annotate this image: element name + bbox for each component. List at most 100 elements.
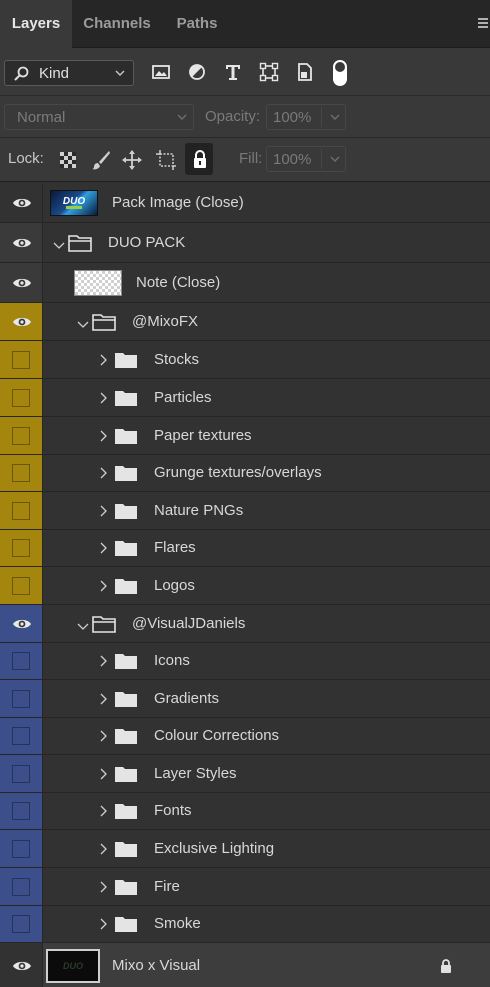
fill-field[interactable]: 100% [266, 146, 346, 172]
visibility-toggle[interactable] [0, 755, 43, 792]
layer-row-logos[interactable]: Logos [0, 567, 490, 605]
eye-icon[interactable] [12, 236, 32, 253]
chevron-right-icon[interactable] [98, 692, 108, 709]
layer-row-stocks[interactable]: Stocks [0, 341, 490, 379]
eye-icon[interactable] [12, 276, 32, 293]
tab-channels[interactable]: Channels [74, 0, 160, 48]
blend-mode-select[interactable]: Normal [4, 104, 194, 130]
hidden-visibility-box[interactable] [12, 652, 30, 670]
filter-toggle-icon[interactable] [331, 58, 349, 88]
layer-row-visualjdaniels[interactable]: @VisualJDaniels [0, 605, 490, 643]
visibility-toggle[interactable] [0, 223, 43, 262]
eye-icon[interactable] [12, 315, 32, 332]
layer-row-icons[interactable]: Icons [0, 643, 490, 680]
layer-row-colour-corrections[interactable]: Colour Corrections [0, 718, 490, 755]
tab-layers[interactable]: Layers [0, 0, 72, 48]
smart-object-filter-icon[interactable] [295, 62, 315, 82]
chevron-right-icon[interactable] [98, 654, 108, 671]
visibility-toggle[interactable] [0, 906, 43, 942]
eye-icon[interactable] [12, 959, 32, 976]
layer-row-particles[interactable]: Particles [0, 379, 490, 417]
eye-icon[interactable] [12, 196, 32, 213]
tab-paths[interactable]: Paths [162, 0, 232, 48]
lock-position-icon[interactable] [120, 148, 144, 172]
chevron-right-icon[interactable] [98, 880, 108, 897]
visibility-toggle[interactable] [0, 492, 43, 529]
chevron-down-icon[interactable] [328, 110, 342, 124]
layer-row-layer-styles[interactable]: Layer Styles [0, 755, 490, 793]
chevron-right-icon[interactable] [98, 504, 108, 521]
layer-row-mixofx[interactable]: @MixoFX [0, 303, 490, 341]
visibility-toggle[interactable] [0, 643, 43, 679]
chevron-right-icon[interactable] [98, 917, 108, 934]
shape-filter-icon[interactable] [259, 62, 279, 82]
chevron-down-icon[interactable] [328, 152, 342, 166]
chevron-right-icon[interactable] [98, 767, 108, 784]
visibility-toggle[interactable] [0, 793, 43, 829]
eye-icon[interactable] [12, 617, 32, 634]
visibility-toggle[interactable] [0, 943, 43, 987]
layer-row-note-close[interactable]: Note (Close) [0, 263, 490, 303]
visibility-toggle[interactable] [0, 718, 43, 754]
hidden-visibility-box[interactable] [12, 689, 30, 708]
visibility-toggle[interactable] [0, 183, 43, 222]
lock-transparent-pixels-icon[interactable] [56, 148, 80, 172]
hidden-visibility-box[interactable] [12, 764, 30, 783]
lock-image-pixels-icon[interactable] [89, 148, 113, 172]
hidden-visibility-box[interactable] [12, 501, 30, 520]
layer-row-smoke[interactable]: Smoke [0, 906, 490, 943]
chevron-right-icon[interactable] [98, 541, 108, 558]
visibility-toggle[interactable] [0, 263, 43, 302]
hidden-visibility-box[interactable] [12, 915, 30, 933]
chevron-right-icon[interactable] [98, 429, 108, 446]
hidden-visibility-box[interactable] [12, 576, 30, 595]
layer-row-fire[interactable]: Fire [0, 868, 490, 906]
chevron-right-icon[interactable] [98, 579, 108, 596]
hidden-visibility-box[interactable] [12, 464, 30, 482]
chevron-down-icon[interactable] [52, 238, 66, 254]
layer-row-exclusive-lighting[interactable]: Exclusive Lighting [0, 830, 490, 868]
layer-row-fonts[interactable]: Fonts [0, 793, 490, 830]
hidden-visibility-box[interactable] [12, 727, 30, 745]
visibility-toggle[interactable] [0, 830, 43, 867]
adjustment-filter-icon[interactable] [187, 62, 207, 82]
layer-row-paper-textures[interactable]: Paper textures [0, 417, 490, 455]
chevron-right-icon[interactable] [98, 353, 108, 370]
visibility-toggle[interactable] [0, 680, 43, 717]
visibility-toggle[interactable] [0, 530, 43, 566]
chevron-right-icon[interactable] [98, 391, 108, 408]
visibility-toggle[interactable] [0, 417, 43, 454]
layer-row-grunge-textures-overlays[interactable]: Grunge textures/overlays [0, 455, 490, 492]
layer-row-duo-pack[interactable]: DUO PACK [0, 223, 490, 263]
opacity-field[interactable]: 100% [266, 104, 346, 130]
visibility-toggle[interactable] [0, 567, 43, 604]
visibility-toggle[interactable] [0, 303, 43, 340]
visibility-toggle[interactable] [0, 455, 43, 491]
layer-row-pack-image-close[interactable]: DUO Pack Image (Close) [0, 183, 490, 223]
chevron-right-icon[interactable] [98, 804, 108, 821]
layer-row-nature-pngs[interactable]: Nature PNGs [0, 492, 490, 530]
visibility-toggle[interactable] [0, 868, 43, 905]
visibility-toggle[interactable] [0, 605, 43, 642]
chevron-right-icon[interactable] [98, 729, 108, 746]
layer-row-mixo-x-visual[interactable]: DUO Mixo x Visual [0, 943, 490, 987]
type-filter-icon[interactable] [223, 62, 243, 82]
lock-artboard-icon[interactable] [154, 148, 178, 172]
chevron-down-icon[interactable] [76, 317, 90, 333]
lock-all-icon[interactable] [188, 147, 212, 171]
chevron-right-icon[interactable] [98, 466, 108, 483]
chevron-right-icon[interactable] [98, 842, 108, 859]
layer-row-gradients[interactable]: Gradients [0, 680, 490, 718]
hidden-visibility-box[interactable] [12, 539, 30, 557]
panel-menu-icon[interactable] [478, 18, 488, 30]
visibility-toggle[interactable] [0, 379, 43, 416]
hidden-visibility-box[interactable] [12, 877, 30, 896]
pixel-filter-icon[interactable] [151, 62, 171, 82]
filter-kind-select[interactable]: Kind [4, 60, 134, 86]
hidden-visibility-box[interactable] [12, 426, 30, 445]
visibility-toggle[interactable] [0, 341, 43, 378]
layer-list[interactable]: DUO Pack Image (Close) DUO PACK Note (Close… [0, 183, 490, 987]
hidden-visibility-box[interactable] [12, 388, 30, 407]
hidden-visibility-box[interactable] [12, 839, 30, 858]
hidden-visibility-box[interactable] [12, 350, 30, 369]
